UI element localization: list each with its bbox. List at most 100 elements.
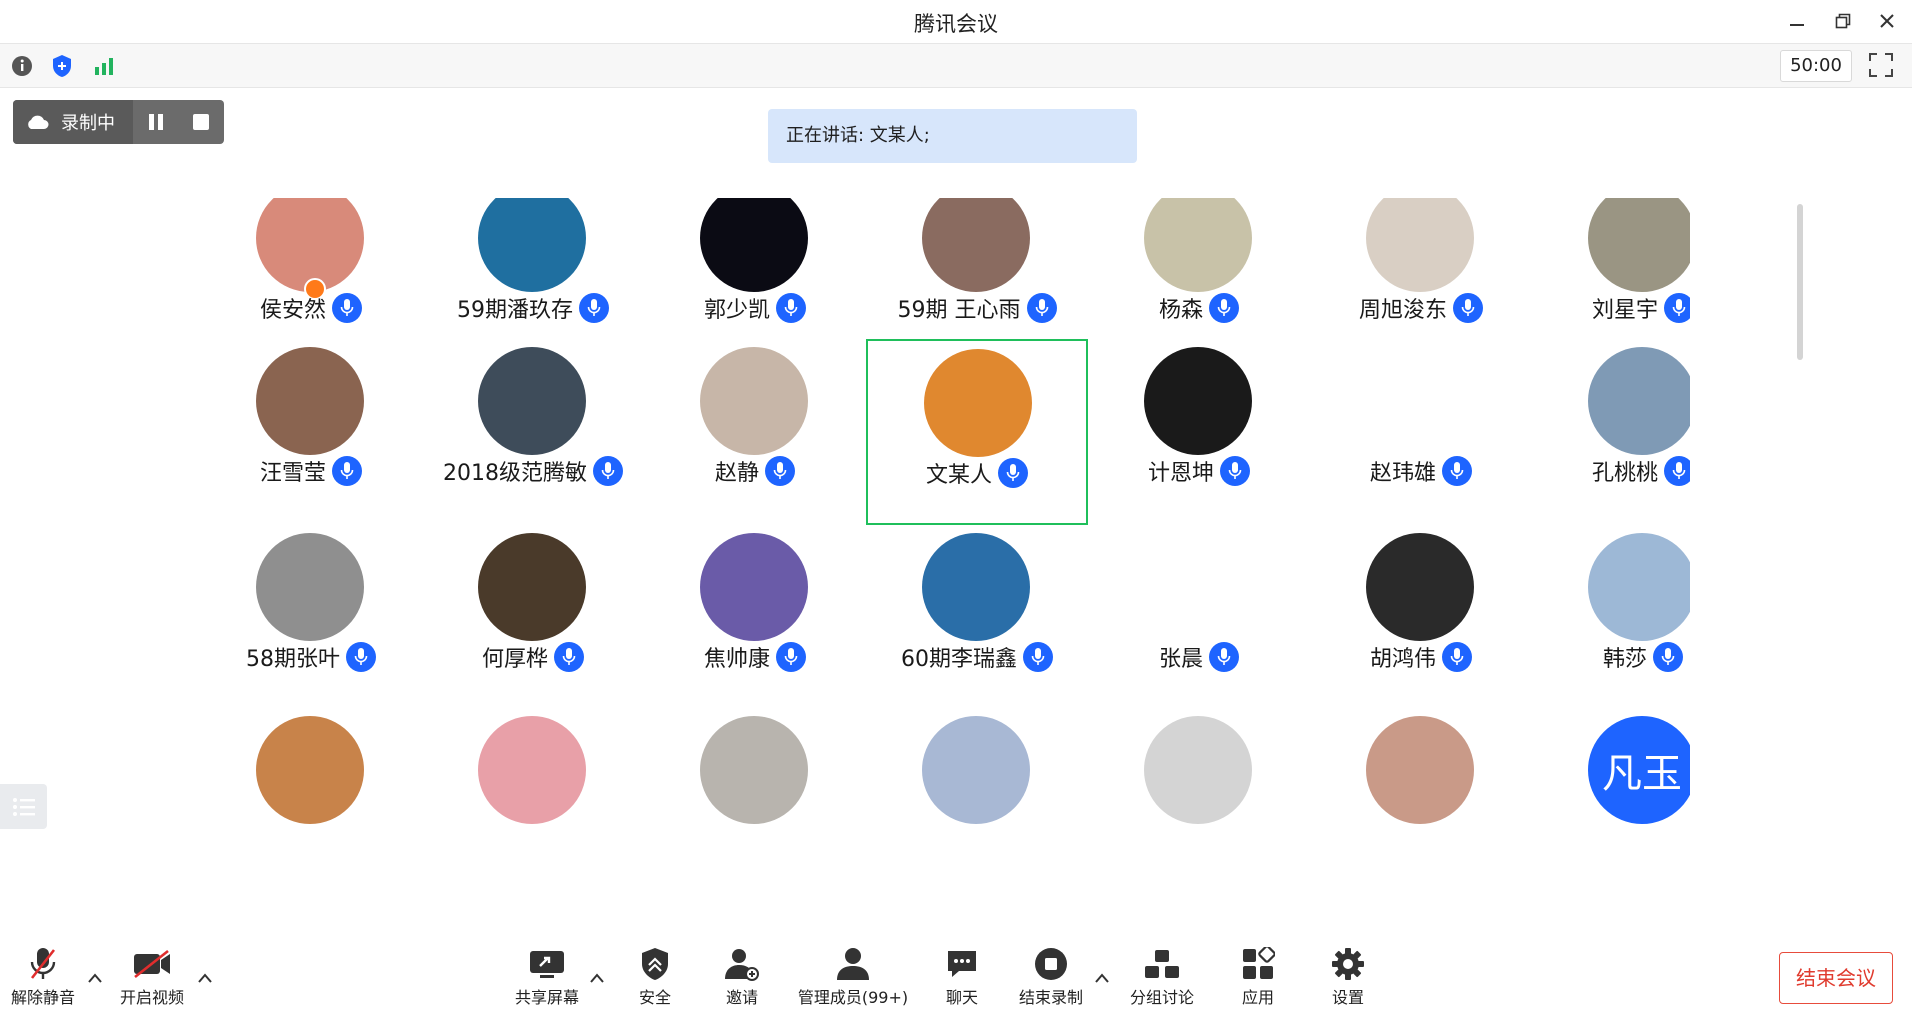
window-title: 腾讯会议: [914, 12, 998, 36]
list-icon: [12, 797, 35, 816]
participant-tile[interactable]: [422, 708, 644, 828]
mic-icon: [1209, 293, 1239, 323]
avatar: [1144, 198, 1252, 292]
participant-nameline: 孔桃桃: [1532, 455, 1690, 487]
participant-tile[interactable]: 刘星宇: [1532, 198, 1690, 362]
audio-options-chevron-icon[interactable]: [86, 970, 104, 984]
manage-members-button[interactable]: 管理成员(99+): [798, 946, 908, 1008]
participant-name: 计恩坤: [1147, 461, 1214, 486]
mic-icon: [1023, 642, 1053, 672]
avatar: [700, 533, 808, 641]
mic-icon: [1653, 642, 1683, 672]
participant-nameline: 赵静: [644, 455, 866, 487]
fullscreen-icon[interactable]: [1868, 52, 1896, 80]
settings-button[interactable]: 设置: [1328, 946, 1368, 1008]
stop-recording-toolbar-button[interactable]: 结束录制: [1018, 946, 1084, 1008]
participant-tile[interactable]: 韩莎: [1532, 525, 1690, 711]
participant-name: 周旭浚东: [1358, 298, 1447, 323]
close-icon[interactable]: [1872, 8, 1902, 34]
participant-tile[interactable]: 孔桃桃: [1532, 339, 1690, 525]
share-options-chevron-icon[interactable]: [588, 970, 606, 984]
security-shield-icon: [635, 946, 675, 982]
participant-nameline: 韩莎: [1532, 641, 1690, 673]
start-video-button[interactable]: 开启视频: [119, 946, 185, 1008]
share-screen-button[interactable]: 共享屏幕: [512, 946, 582, 1008]
participant-tile[interactable]: [1088, 708, 1310, 828]
shield-icon[interactable]: [48, 52, 76, 80]
participant-tile[interactable]: 何厚桦: [422, 525, 644, 711]
participant-tile[interactable]: [644, 708, 866, 828]
participant-tile[interactable]: 焦帅康: [644, 525, 866, 711]
record-stop-icon: [1031, 946, 1071, 982]
minimize-icon[interactable]: [1782, 8, 1812, 34]
avatar: [1144, 716, 1252, 824]
video-off-icon: [132, 946, 172, 982]
mic-icon: [332, 456, 362, 486]
avatar: [700, 716, 808, 824]
participant-tile[interactable]: 59期 王心雨: [866, 198, 1088, 362]
participant-tile[interactable]: [200, 708, 422, 828]
recording-label: 录制中: [61, 113, 115, 134]
list-toggle-button[interactable]: [0, 784, 47, 829]
mic-icon: [1026, 293, 1057, 323]
title-bar: 腾讯会议: [0, 0, 1912, 43]
mic-icon: [554, 642, 584, 672]
participant-tile[interactable]: 侯安然: [200, 198, 422, 362]
mic-icon: [998, 458, 1028, 488]
mic-muted-icon: [23, 946, 63, 982]
participant-tile[interactable]: 计恩坤: [1088, 339, 1310, 525]
participant-tile[interactable]: 胡鸿伟: [1310, 525, 1532, 711]
participant-tile[interactable]: 郭少凯: [644, 198, 866, 362]
mic-icon: [579, 293, 609, 323]
participant-nameline: 周旭浚东: [1310, 292, 1532, 324]
avatar: [1366, 716, 1474, 824]
video-options-chevron-icon[interactable]: [196, 970, 214, 984]
info-icon[interactable]: [8, 52, 36, 80]
participant-tile[interactable]: 赵静: [644, 339, 866, 525]
end-meeting-button[interactable]: 结束会议: [1779, 952, 1893, 1004]
stop-recording-button[interactable]: [178, 100, 223, 144]
participant-tile[interactable]: 59期潘玖存: [422, 198, 644, 362]
participant-tile[interactable]: [866, 708, 1088, 828]
mic-icon: [593, 456, 623, 486]
breakout-rooms-button[interactable]: 分组讨论: [1129, 946, 1195, 1008]
participant-tile[interactable]: 文某人: [866, 339, 1088, 525]
apps-button[interactable]: 应用: [1238, 946, 1278, 1008]
participant-name: 58期张叶: [246, 647, 340, 672]
mic-icon: [1220, 456, 1250, 486]
participant-tile[interactable]: 汪雪莹: [200, 339, 422, 525]
participant-tile[interactable]: [1310, 708, 1532, 828]
avatar: [1366, 347, 1474, 455]
apps-grid-icon: [1238, 946, 1278, 982]
scrollbar[interactable]: [1797, 204, 1803, 360]
participant-tile[interactable]: 赵玮雄: [1310, 339, 1532, 525]
participant-tile[interactable]: 周旭浚东: [1310, 198, 1532, 362]
recording-widget: 录制中: [13, 100, 224, 144]
chat-icon: [942, 946, 982, 982]
security-button[interactable]: 安全: [635, 946, 675, 1008]
participant-tile[interactable]: 2018级范腾敏: [422, 339, 644, 525]
restore-icon[interactable]: [1828, 8, 1858, 34]
participant-name: 何厚桦: [481, 647, 548, 672]
participant-nameline: 59期 王心雨: [866, 292, 1088, 324]
participant-name: 刘星宇: [1591, 298, 1658, 323]
participant-tile[interactable]: 58期张叶: [200, 525, 422, 711]
avatar: [256, 533, 364, 641]
unmute-button[interactable]: 解除静音: [10, 946, 76, 1008]
participant-tile[interactable]: 60期李瑞鑫: [866, 525, 1088, 711]
recording-status[interactable]: 录制中: [13, 100, 133, 144]
participant-tile[interactable]: 杨森: [1088, 198, 1310, 362]
invite-button[interactable]: 邀请: [722, 946, 762, 1008]
avatar: [478, 198, 586, 292]
signal-icon[interactable]: [90, 52, 118, 80]
participant-nameline: 刘星宇: [1532, 292, 1690, 324]
mic-icon: [1209, 642, 1239, 672]
recording-options-chevron-icon[interactable]: [1093, 970, 1111, 984]
chat-button[interactable]: 聊天: [942, 946, 982, 1008]
meeting-timer: 50:00: [1780, 50, 1852, 82]
participant-tile[interactable]: 张晨: [1088, 525, 1310, 711]
avatar: [700, 347, 808, 455]
participant-tile[interactable]: 凡玉: [1532, 708, 1690, 828]
pause-recording-button[interactable]: [133, 100, 178, 144]
avatar: [256, 347, 364, 455]
